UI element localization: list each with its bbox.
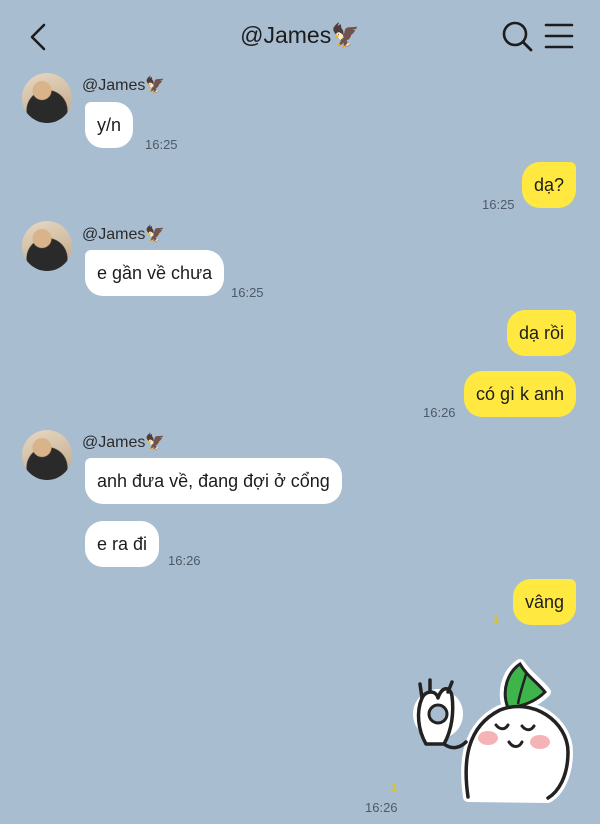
message-bubble[interactable]: y/n — [85, 102, 134, 148]
message-bubble[interactable]: dạ rồi — [506, 310, 576, 356]
message-time: 16:25 — [231, 285, 264, 300]
read-count: 1 — [493, 614, 500, 626]
avatar[interactable] — [22, 221, 72, 271]
message-time: 16:26 — [365, 800, 398, 815]
sticker-message[interactable] — [408, 652, 578, 804]
message-time: 16:26 — [168, 553, 201, 568]
radish-ok-sticker-icon — [413, 659, 573, 803]
sender-name: @James🦅 — [82, 77, 166, 94]
menu-button[interactable] — [540, 17, 580, 62]
avatar[interactable] — [22, 430, 72, 480]
message-bubble[interactable]: e gần về chưa — [85, 250, 225, 296]
sender-name: @James🦅 — [82, 434, 166, 451]
read-count: 1 — [391, 782, 398, 794]
search-icon — [502, 21, 533, 52]
message-bubble[interactable]: vâng — [512, 579, 576, 625]
message-time: 16:26 — [423, 405, 456, 420]
search-button[interactable] — [498, 17, 538, 62]
sender-name: @James🦅 — [82, 226, 166, 243]
message-bubble[interactable]: dạ? — [521, 162, 576, 208]
menu-icon — [544, 23, 574, 49]
message-bubble[interactable]: anh đưa về, đang đợi ở cổng — [85, 458, 342, 504]
avatar[interactable] — [22, 73, 72, 123]
message-bubble[interactable]: có gì k anh — [463, 371, 576, 417]
message-bubble[interactable]: e ra đi — [85, 521, 160, 567]
message-time: 16:25 — [482, 197, 515, 212]
message-time: 16:25 — [145, 137, 178, 152]
